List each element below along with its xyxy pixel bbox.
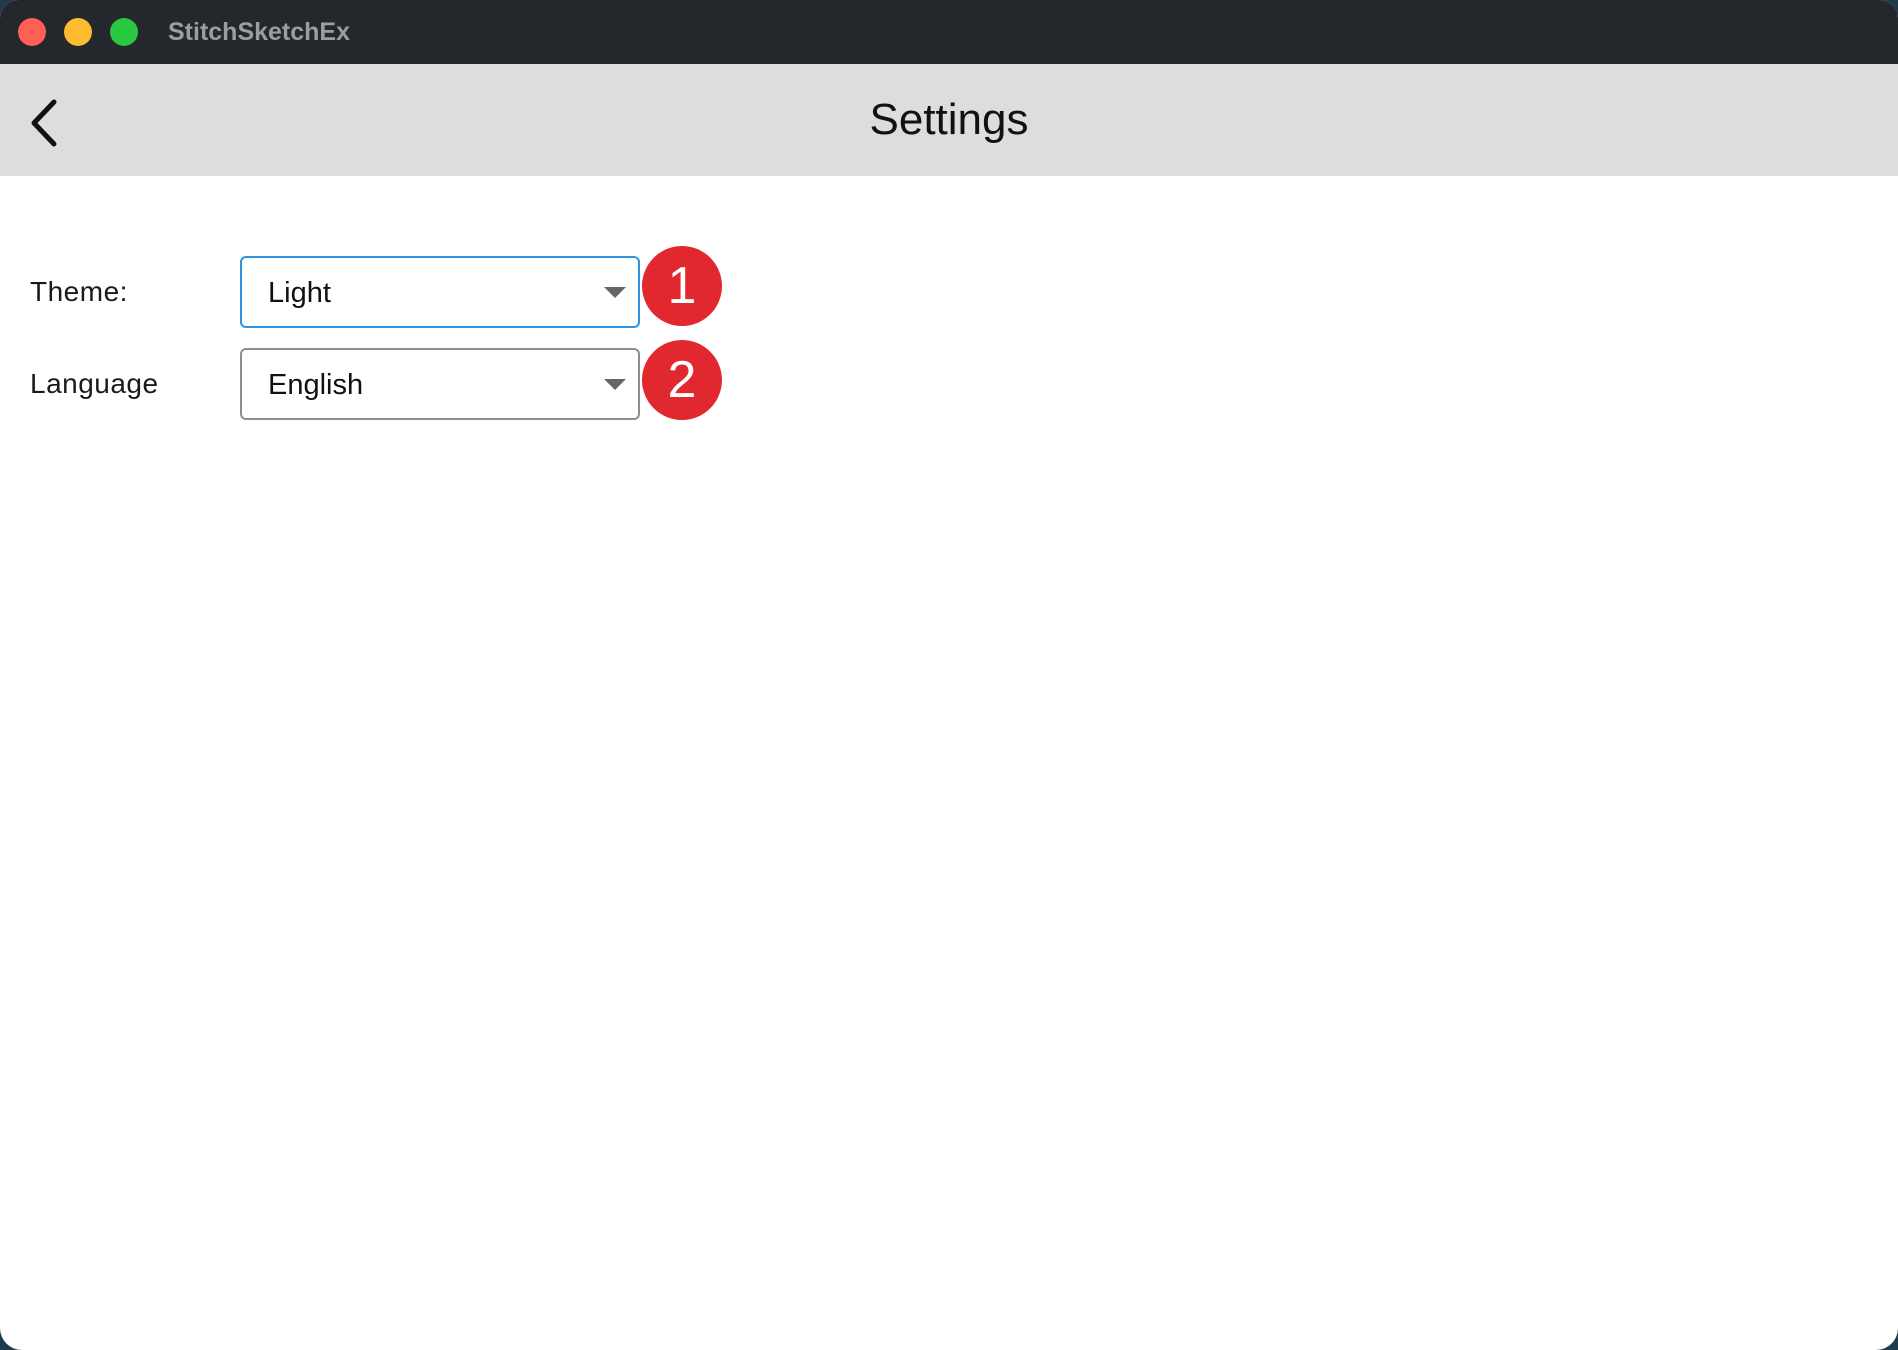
annotation-badge-2: 2 <box>642 340 722 420</box>
app-window: StitchSketchEx Settings Theme: Light 1 L… <box>0 0 1898 1350</box>
app-title: StitchSketchEx <box>168 18 351 46</box>
chevron-left-icon <box>31 99 57 147</box>
language-select-value: English <box>268 369 364 401</box>
minimize-window-button[interactable] <box>64 18 92 46</box>
dropdown-arrow-icon <box>604 287 626 298</box>
theme-select[interactable]: Light <box>240 256 640 328</box>
theme-select-value: Light <box>268 277 331 309</box>
app-bar: Settings <box>0 64 1898 176</box>
page-title: Settings <box>869 95 1029 144</box>
annotation-badge-1: 1 <box>642 246 722 326</box>
theme-label: Theme: <box>30 276 128 307</box>
language-select[interactable]: English <box>240 348 640 420</box>
title-bar: StitchSketchEx <box>0 0 1898 64</box>
back-button[interactable] <box>14 92 74 152</box>
dropdown-arrow-icon <box>604 379 626 390</box>
language-label: Language <box>30 368 159 399</box>
maximize-window-button[interactable] <box>110 18 138 46</box>
close-window-button[interactable] <box>18 18 46 46</box>
